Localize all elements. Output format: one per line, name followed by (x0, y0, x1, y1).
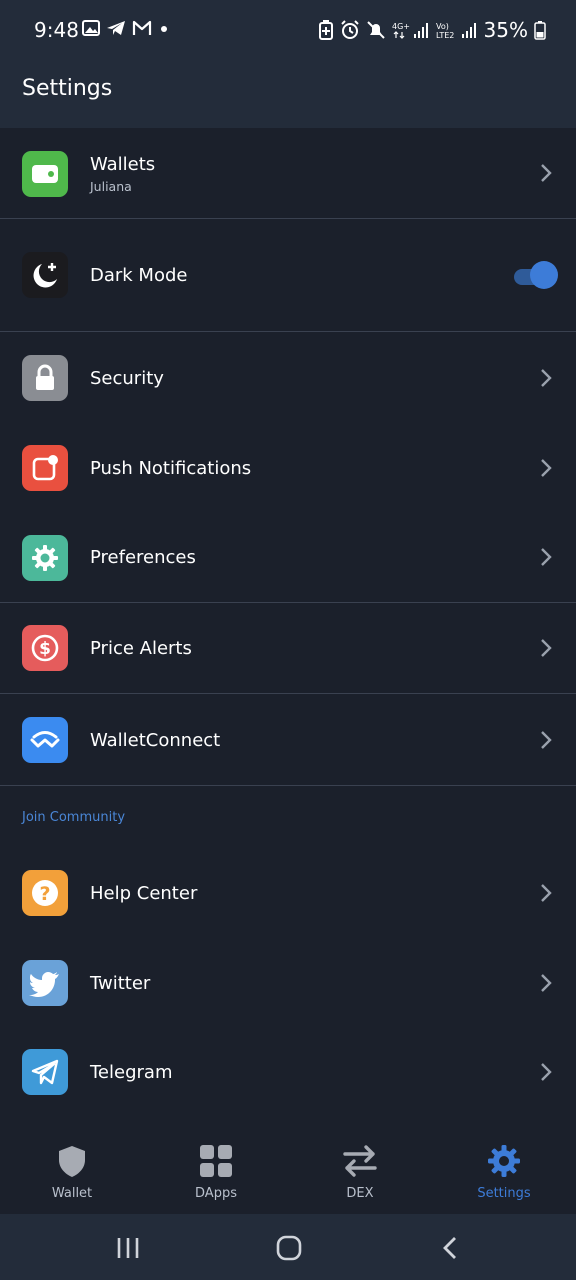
divider (0, 331, 576, 332)
svg-text:?: ? (39, 883, 50, 905)
settings-row-push-notifications[interactable]: Push Notifications (0, 423, 576, 513)
swap-arrows-icon (343, 1145, 377, 1177)
telegram-label: Telegram (90, 1062, 173, 1083)
svg-text:4G+: 4G+ (392, 22, 410, 31)
settings-row-wallets[interactable]: Wallets Juliana (0, 128, 576, 218)
app-header: 9:48 4G+ Vo) LTE2 35% Settings (0, 0, 576, 128)
notification-icons (82, 20, 170, 36)
mute-icon (366, 21, 385, 39)
nav-item-settings[interactable]: Settings (432, 1130, 576, 1214)
chevron-right-icon (541, 369, 552, 387)
back-icon[interactable] (440, 1236, 460, 1260)
settings-row-dark-mode: Dark Mode (0, 219, 576, 331)
wallets-label: Wallets (90, 154, 156, 175)
chevron-right-icon (541, 1063, 552, 1081)
security-label: Security (90, 368, 164, 389)
alarm-icon (340, 20, 359, 39)
wallet-icon (22, 151, 68, 197)
settings-row-telegram[interactable]: Telegram (0, 1027, 576, 1117)
home-icon[interactable] (276, 1235, 302, 1261)
twitter-bird-icon (22, 960, 68, 1006)
signal-lte2-icon: Vo)LTE2 (436, 22, 476, 40)
chevron-right-icon (541, 639, 552, 657)
svg-text:Vo): Vo) (436, 22, 449, 31)
settings-row-preferences[interactable]: Preferences (0, 512, 576, 602)
notification-icon (22, 445, 68, 491)
moon-icon (22, 252, 68, 298)
chevron-right-icon (541, 548, 552, 566)
battery-saver-icon (318, 20, 333, 40)
signal-4g-icon: 4G+ (392, 22, 428, 39)
gear-icon (22, 535, 68, 581)
gear-icon (488, 1145, 520, 1177)
wallets-subtitle: Juliana (90, 179, 132, 194)
nav-label-dapps: DApps (195, 1186, 237, 1201)
svg-text:LTE2: LTE2 (436, 31, 454, 40)
battery-percent: 35% (483, 18, 528, 42)
preferences-label: Preferences (90, 547, 196, 568)
settings-row-walletconnect[interactable]: WalletConnect (0, 695, 576, 785)
bottom-nav: Wallet DApps DEX Settings (0, 1130, 576, 1214)
gallery-icon (82, 20, 100, 36)
system-status-icons: 4G+ Vo) LTE2 35% (318, 18, 546, 42)
nav-item-wallet[interactable]: Wallet (0, 1130, 144, 1214)
nav-item-dex[interactable]: DEX (288, 1130, 432, 1214)
status-bar: 9:48 4G+ Vo) LTE2 35% (0, 0, 576, 62)
dark-mode-label: Dark Mode (90, 265, 188, 286)
dark-mode-toggle[interactable] (514, 261, 558, 289)
help-center-label: Help Center (90, 883, 198, 904)
chevron-right-icon (541, 164, 552, 182)
battery-icon (534, 21, 546, 40)
push-notifications-label: Push Notifications (90, 458, 252, 479)
nav-label-wallet: Wallet (51, 1186, 93, 1201)
toggle-knob (530, 261, 558, 289)
walletconnect-icon (22, 717, 68, 763)
settings-row-twitter[interactable]: Twitter (0, 938, 576, 1028)
chevron-right-icon (541, 459, 552, 477)
settings-row-price-alerts[interactable]: $ Price Alerts (0, 603, 576, 693)
lock-icon (22, 355, 68, 401)
page-title: Settings (22, 76, 113, 101)
settings-row-help-center[interactable]: ? Help Center (0, 848, 576, 938)
recent-apps-icon[interactable] (116, 1236, 140, 1260)
divider (0, 785, 576, 786)
system-nav-bar (0, 1214, 576, 1280)
nav-item-dapps[interactable]: DApps (144, 1130, 288, 1214)
twitter-label: Twitter (90, 973, 151, 994)
chevron-right-icon (541, 731, 552, 749)
section-header-join-community: Join Community (22, 810, 126, 825)
svg-text:$: $ (39, 639, 51, 659)
nav-label-dex: DEX (346, 1186, 374, 1201)
chevron-right-icon (541, 884, 552, 902)
price-alerts-label: Price Alerts (90, 638, 192, 659)
walletconnect-label: WalletConnect (90, 730, 221, 751)
settings-row-security[interactable]: Security (0, 333, 576, 423)
grid-icon (200, 1145, 232, 1177)
telegram-icon (22, 1049, 68, 1095)
status-time: 9:48 (34, 18, 79, 42)
help-icon: ? (22, 870, 68, 916)
telegram-notif-icon (107, 21, 125, 35)
divider (0, 693, 576, 694)
gmail-icon (132, 20, 152, 35)
dot-icon (161, 26, 167, 32)
chevron-right-icon (541, 974, 552, 992)
nav-label-settings: Settings (477, 1186, 531, 1201)
dollar-alert-icon: $ (22, 625, 68, 671)
shield-icon (59, 1146, 85, 1177)
